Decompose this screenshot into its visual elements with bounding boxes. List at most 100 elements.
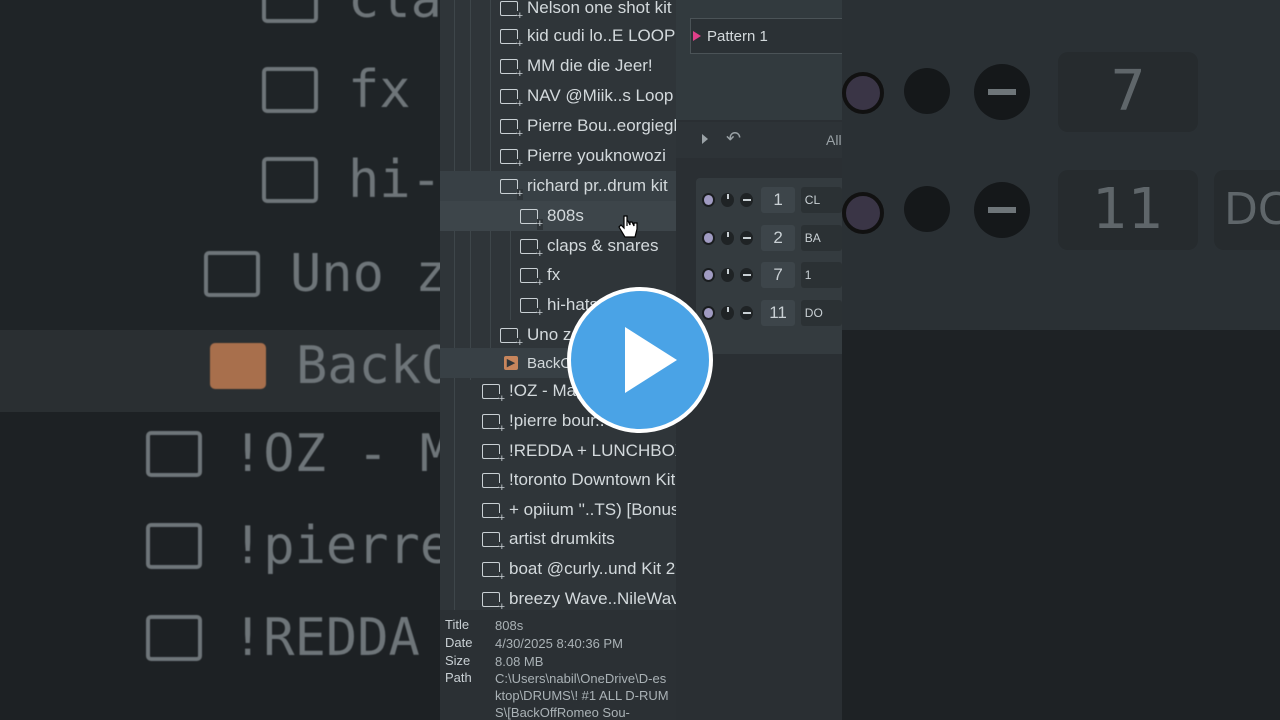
browser-folder-item[interactable]: + opiium ''..TS) [Bonus]	[440, 495, 676, 525]
pattern-marker-icon	[693, 31, 701, 41]
info-date-label: Date	[445, 635, 473, 650]
folder-icon	[482, 502, 505, 524]
channel-volume-knob[interactable]	[721, 268, 735, 282]
pattern-selector[interactable]: Pattern 1	[690, 18, 842, 54]
channel-name-button[interactable]: DO	[800, 300, 842, 326]
folder-icon	[146, 615, 202, 661]
browser-folder-item[interactable]: !toronto Downtown Kit	[440, 465, 676, 495]
bg-number: 11	[1058, 170, 1198, 250]
pattern-label: Pattern 1	[707, 27, 768, 45]
channel-name-button[interactable]: CL	[800, 187, 842, 213]
bg-knob	[904, 186, 950, 232]
browser-folder-item[interactable]: kid cudi lo..E LOOP KIT	[440, 21, 676, 51]
channel-mute-led[interactable]	[702, 306, 716, 320]
play-icon	[625, 327, 677, 393]
channel-mixer-number[interactable]: 1	[761, 187, 795, 213]
bg-knob	[904, 68, 950, 114]
bg-number: 7	[1058, 52, 1198, 132]
channel-name-button[interactable]: BA	[800, 225, 842, 251]
folder-icon	[500, 148, 523, 170]
folder-icon	[500, 58, 523, 80]
bg-led	[842, 192, 884, 234]
channel-pan-button[interactable]	[740, 193, 754, 207]
channel-pan-button[interactable]	[740, 268, 754, 282]
folder-icon	[204, 251, 260, 297]
bg-item: hi-ha	[262, 150, 440, 210]
bg-item: !pierre bou	[146, 516, 440, 576]
folder-icon	[146, 523, 202, 569]
browser-folder-item[interactable]: Pierre youknowozi	[440, 141, 676, 171]
bg-minus	[974, 182, 1030, 238]
file-info-panel: Title 808s Date 4/30/2025 8:40:36 PM Siz…	[440, 610, 676, 720]
audio-file-icon	[210, 343, 266, 389]
folder-icon	[520, 267, 543, 289]
folder-icon	[520, 208, 543, 230]
folder-icon	[500, 0, 523, 22]
folder-icon	[482, 413, 505, 435]
browser-folder-item[interactable]: claps & snares	[440, 231, 676, 261]
folder-icon	[482, 443, 505, 465]
bg-item: fx	[262, 60, 411, 120]
bg-item: !REDDA +	[146, 608, 440, 668]
folder-icon	[500, 118, 523, 140]
folder-icon	[482, 472, 505, 494]
browser-folder-item[interactable]: artist drumkits	[440, 524, 676, 554]
channel-mute-led[interactable]	[702, 193, 716, 207]
audio-file-icon: ▶	[504, 356, 518, 370]
channel-row[interactable]: 7 1	[696, 260, 842, 290]
rack-toolbar: ↶ All	[676, 122, 842, 158]
folder-icon	[262, 67, 318, 113]
bg-minus	[974, 64, 1030, 120]
undo-icon[interactable]: ↶	[726, 128, 741, 149]
hand-cursor-icon	[618, 215, 638, 238]
browser-folder-item[interactable]: NAV @Miik..s Loop Kit	[440, 81, 676, 111]
folder-icon	[482, 383, 505, 405]
info-date-value: 4/30/2025 8:40:36 PM	[495, 636, 623, 651]
folder-icon	[146, 431, 202, 477]
folder-icon	[482, 591, 505, 613]
background-rack-zoom: 7 11 DC	[842, 0, 1280, 720]
info-title-label: Title	[445, 617, 470, 632]
info-size-value: 8.08 MB	[495, 654, 544, 669]
browser-folder-item[interactable]: fx	[440, 260, 676, 290]
bg-led	[842, 72, 884, 114]
info-path-label: Path	[445, 670, 472, 685]
channel-volume-knob[interactable]	[721, 231, 735, 245]
bg-item: BackOffRo	[210, 336, 440, 396]
channel-row[interactable]: 11 DO	[696, 298, 842, 328]
browser-folder-item[interactable]: boat @curly..und Kit 2024	[440, 554, 676, 584]
browser-folder-item-selected[interactable]: 808s	[440, 201, 676, 231]
channel-row[interactable]: 2 BA	[696, 223, 842, 253]
folder-icon	[520, 238, 543, 260]
play-button[interactable]	[567, 287, 713, 433]
folder-icon	[262, 0, 318, 23]
channel-row[interactable]: 1 CL	[696, 185, 842, 215]
browser-folder-item[interactable]: !REDDA + LUNCHBOX	[440, 436, 676, 466]
browser-folder-item-open[interactable]: richard pr..drum kit	[440, 171, 676, 201]
channel-mute-led[interactable]	[702, 268, 716, 282]
bg-item: !OZ - Mag	[146, 424, 440, 484]
channel-mixer-number[interactable]: 11	[761, 300, 795, 326]
expand-icon[interactable]	[702, 134, 708, 144]
channel-mixer-number[interactable]: 7	[761, 262, 795, 288]
channel-mixer-number[interactable]: 2	[761, 225, 795, 251]
channel-name-button[interactable]: 1	[800, 262, 842, 288]
channel-volume-knob[interactable]	[721, 306, 735, 320]
channel-pan-button[interactable]	[740, 231, 754, 245]
folder-open-icon	[500, 178, 523, 200]
channel-mute-led[interactable]	[702, 231, 716, 245]
folder-icon	[500, 327, 523, 349]
folder-icon	[500, 88, 523, 110]
browser-folder-item[interactable]: Pierre Bou..eorgieglo_	[440, 111, 676, 141]
channel-filter[interactable]: All	[826, 132, 842, 148]
background-browser-zoom: clap fx hi-ha Uno za BackOffRo !OZ - Mag…	[0, 0, 440, 720]
browser-folder-item[interactable]: MM die die Jeer!	[440, 51, 676, 81]
folder-icon	[482, 561, 505, 583]
channel-pan-button[interactable]	[740, 306, 754, 320]
browser-folder-item[interactable]: Nelson one shot kit	[440, 0, 676, 23]
bg-item: clap	[262, 0, 440, 30]
channel-volume-knob[interactable]	[721, 193, 735, 207]
bg-channel-name: DC	[1214, 170, 1280, 250]
folder-icon	[482, 531, 505, 553]
info-size-label: Size	[445, 653, 471, 668]
